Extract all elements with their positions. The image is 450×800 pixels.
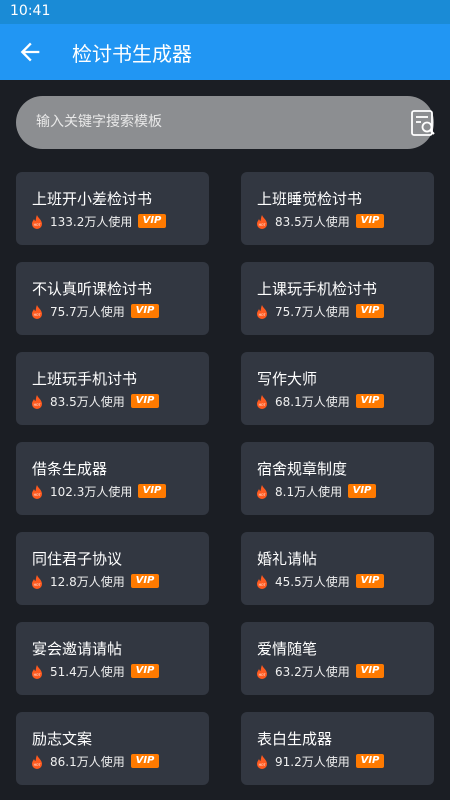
svg-text:HOT: HOT (259, 313, 266, 317)
vip-badge: VIP (131, 394, 159, 408)
vip-badge: VIP (131, 754, 159, 768)
template-card[interactable]: 宿舍规章制度 HOT 8.1万人使用 VIP (241, 442, 434, 515)
svg-text:HOT: HOT (34, 493, 41, 497)
vip-badge: VIP (356, 664, 384, 678)
svg-text:HOT: HOT (259, 763, 266, 767)
fire-hot-icon: HOT (256, 754, 268, 769)
template-usage-count: 8.1万人使用 (275, 485, 343, 499)
template-usage-count: 75.7万人使用 (275, 305, 350, 319)
template-title: 婚礼请帖 (257, 550, 318, 568)
page-title: 检讨书生成器 (72, 42, 192, 66)
template-title: 上班玩手机讨书 (32, 370, 138, 388)
vip-badge: VIP (356, 304, 384, 318)
vip-badge: VIP (356, 394, 384, 408)
template-usage-count: 45.5万人使用 (275, 575, 350, 589)
fire-hot-icon: HOT (256, 484, 268, 499)
vip-badge: VIP (356, 754, 384, 768)
svg-text:HOT: HOT (34, 223, 41, 227)
template-card[interactable]: 婚礼请帖 HOT 45.5万人使用 VIP (241, 532, 434, 605)
template-card[interactable]: 上班玩手机讨书 HOT 83.5万人使用 VIP (16, 352, 209, 425)
template-card[interactable]: 同住君子协议 HOT 12.8万人使用 VIP (16, 532, 209, 605)
svg-text:HOT: HOT (259, 403, 266, 407)
template-title: 励志文案 (32, 730, 93, 748)
template-card[interactable]: 爱情随笔 HOT 63.2万人使用 VIP (241, 622, 434, 695)
template-title: 不认真听课检讨书 (32, 280, 153, 298)
template-card[interactable]: 借条生成器 HOT 102.3万人使用 VIP (16, 442, 209, 515)
fire-hot-icon: HOT (31, 304, 43, 319)
fire-hot-icon: HOT (256, 394, 268, 409)
vip-badge: VIP (131, 664, 159, 678)
template-card[interactable]: 写作大师 HOT 68.1万人使用 VIP (241, 352, 434, 425)
template-title: 借条生成器 (32, 460, 108, 478)
fire-hot-icon: HOT (31, 214, 43, 229)
svg-text:HOT: HOT (34, 763, 41, 767)
template-usage-count: 51.4万人使用 (50, 665, 125, 679)
fire-hot-icon: HOT (31, 484, 43, 499)
template-card[interactable]: 宴会邀请请帖 HOT 51.4万人使用 VIP (16, 622, 209, 695)
fire-hot-icon: HOT (31, 664, 43, 679)
template-usage-count: 83.5万人使用 (50, 395, 125, 409)
template-title: 写作大师 (257, 370, 318, 388)
svg-text:HOT: HOT (34, 403, 41, 407)
template-title: 上班开小差检讨书 (32, 190, 153, 208)
vip-badge: VIP (131, 574, 159, 588)
svg-text:HOT: HOT (259, 673, 266, 677)
fire-hot-icon: HOT (256, 304, 268, 319)
status-bar: 10:41 (0, 0, 450, 24)
template-title: 宴会邀请请帖 (32, 640, 123, 658)
template-card[interactable]: 上班睡觉检讨书 HOT 83.5万人使用 VIP (241, 172, 434, 245)
template-title: 上班睡觉检讨书 (257, 190, 363, 208)
fire-hot-icon: HOT (256, 214, 268, 229)
template-usage-count: 86.1万人使用 (50, 755, 125, 769)
template-usage-count: 133.2万人使用 (50, 215, 133, 229)
template-usage-count: 68.1万人使用 (275, 395, 350, 409)
svg-text:HOT: HOT (259, 223, 266, 227)
vip-badge: VIP (138, 484, 166, 498)
arrow-left-icon[interactable] (16, 38, 44, 66)
svg-text:HOT: HOT (259, 583, 266, 587)
template-card[interactable]: 励志文案 HOT 86.1万人使用 VIP (16, 712, 209, 785)
search-input[interactable] (36, 109, 376, 135)
template-usage-count: 75.7万人使用 (50, 305, 125, 319)
template-usage-count: 12.8万人使用 (50, 575, 125, 589)
svg-text:HOT: HOT (34, 583, 41, 587)
template-title: 表白生成器 (257, 730, 333, 748)
template-title: 同住君子协议 (32, 550, 123, 568)
vip-badge: VIP (131, 304, 159, 318)
svg-text:HOT: HOT (34, 313, 41, 317)
template-usage-count: 102.3万人使用 (50, 485, 133, 499)
template-card[interactable]: 表白生成器 HOT 91.2万人使用 VIP (241, 712, 434, 785)
vip-badge: VIP (356, 214, 384, 228)
template-title: 上课玩手机检讨书 (257, 280, 378, 298)
fire-hot-icon: HOT (256, 664, 268, 679)
search-document-icon[interactable] (408, 108, 438, 138)
template-card[interactable]: 不认真听课检讨书 HOT 75.7万人使用 VIP (16, 262, 209, 335)
template-title: 宿舍规章制度 (257, 460, 348, 478)
app-bar: 检讨书生成器 (0, 24, 450, 80)
vip-badge: VIP (138, 214, 166, 228)
svg-text:HOT: HOT (34, 673, 41, 677)
fire-hot-icon: HOT (31, 754, 43, 769)
status-time: 10:41 (10, 3, 51, 19)
template-title: 爱情随笔 (257, 640, 318, 658)
svg-text:HOT: HOT (259, 493, 266, 497)
template-card[interactable]: 上课玩手机检讨书 HOT 75.7万人使用 VIP (241, 262, 434, 335)
template-usage-count: 91.2万人使用 (275, 755, 350, 769)
search-bar[interactable] (16, 96, 435, 149)
template-usage-count: 63.2万人使用 (275, 665, 350, 679)
vip-badge: VIP (356, 574, 384, 588)
vip-badge: VIP (348, 484, 376, 498)
template-card[interactable]: 上班开小差检讨书 HOT 133.2万人使用 VIP (16, 172, 209, 245)
fire-hot-icon: HOT (31, 394, 43, 409)
fire-hot-icon: HOT (31, 574, 43, 589)
fire-hot-icon: HOT (256, 574, 268, 589)
template-usage-count: 83.5万人使用 (275, 215, 350, 229)
